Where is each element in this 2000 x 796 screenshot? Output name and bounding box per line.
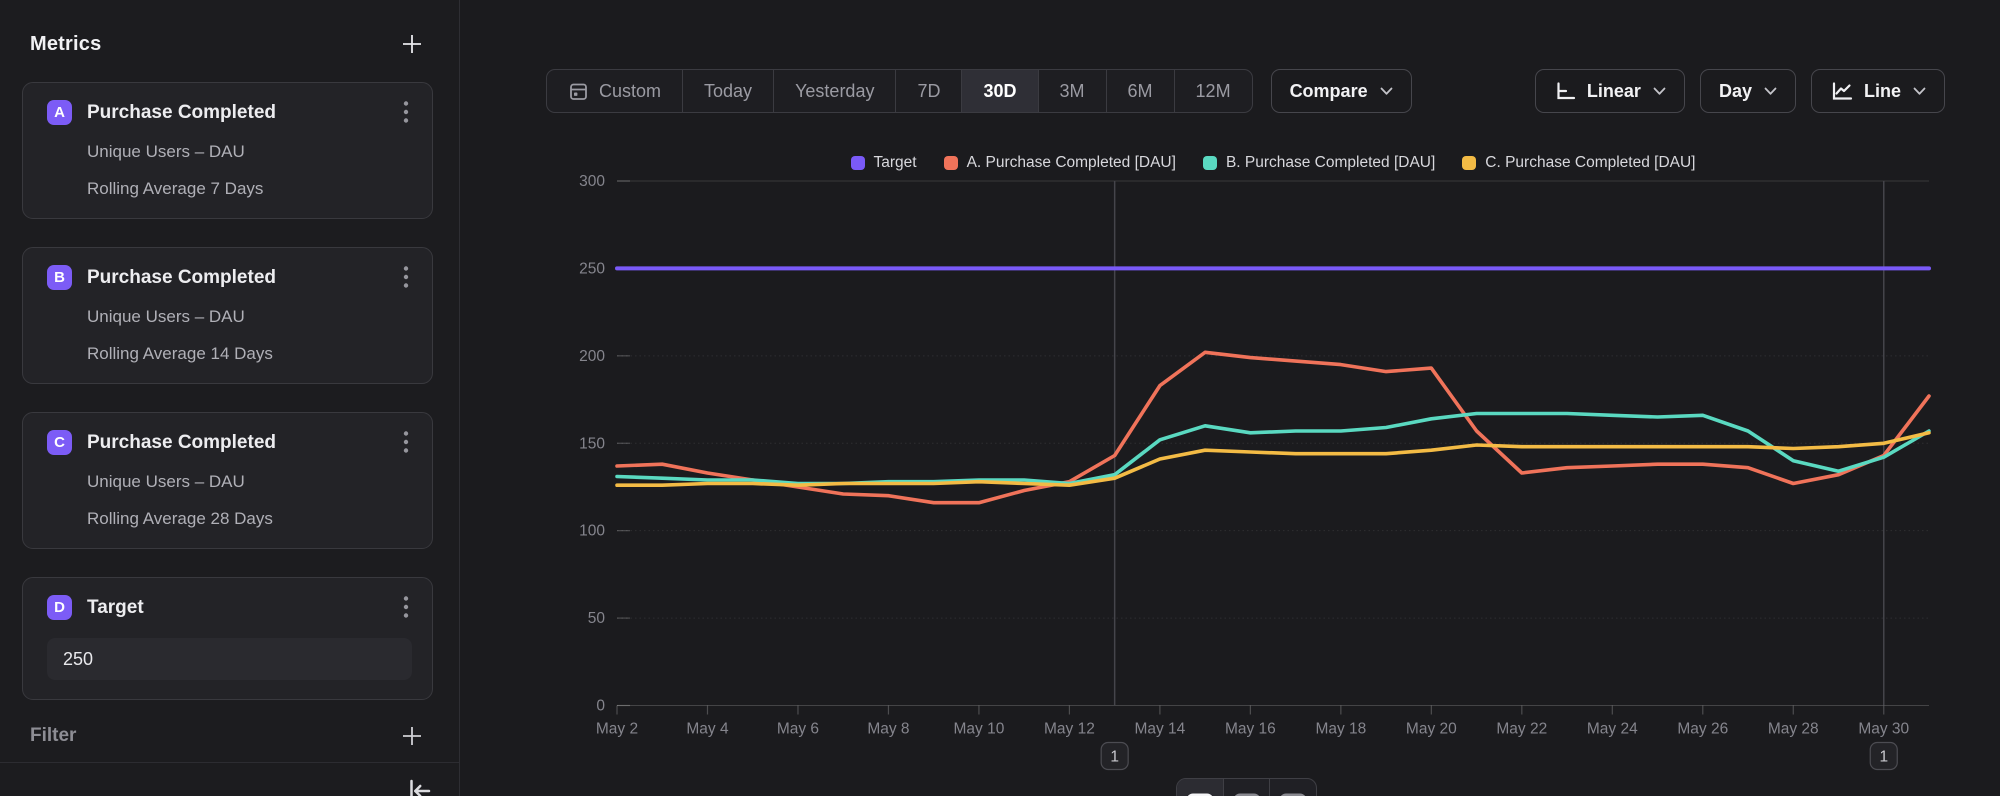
collapse-sidebar-button[interactable] [403,776,435,796]
kebab-icon [403,430,409,454]
filter-header: Filter [30,725,76,747]
plus-icon [399,723,425,749]
x-axis-label: May 14 [1134,721,1185,738]
plus-icon [399,31,425,57]
metric-title: Purchase Completed [87,267,276,289]
view-toggle-control [1176,778,1317,796]
chart-view-icon [1186,793,1214,796]
board-view-icon [1233,793,1261,796]
metric-options-button[interactable] [392,262,420,292]
x-axis-label: May 2 [596,721,638,738]
metric-title: Purchase Completed [87,432,276,454]
svg-text:1: 1 [1879,749,1888,766]
x-axis-label: May 18 [1315,721,1366,738]
x-axis-label: May 16 [1225,721,1276,738]
metric-card-b: B Purchase Completed Unique Users – DAU Rol… [22,247,433,384]
metric-transform: Rolling Average 14 Days [87,344,412,364]
metric-title: Target [87,597,144,619]
y-axis-label: 100 [579,523,605,540]
x-axis-label: May 20 [1406,721,1457,738]
line-chart[interactable]: 0 50 100 150 200 250 300 May 2 May 4 May 6 May 8 Ma… [460,0,2000,796]
x-axis-label: May 30 [1858,721,1909,738]
x-axis-label: May 10 [954,721,1005,738]
y-axis-label: 50 [588,610,606,627]
metric-card-title-row: B Purchase Completed [47,265,412,290]
target-value-input[interactable] [47,638,412,680]
metric-measurement: Unique Users – DAU [87,307,412,327]
sidebar: Metrics A Purchase Completed Unique Users … [0,0,460,796]
collapse-left-icon [404,776,434,796]
y-axis-label: 250 [579,260,605,277]
x-axis-label: May 12 [1044,721,1095,738]
metric-measurement: Unique Users – DAU [87,142,412,162]
y-axis-label: 200 [579,348,605,365]
x-axis-label: May 4 [686,721,729,738]
metric-badge-b: B [47,265,72,290]
metric-transform: Rolling Average 28 Days [87,509,412,529]
y-axis-label: 0 [596,698,605,715]
x-axis-label: May 8 [867,721,909,738]
metric-options-button[interactable] [392,427,420,457]
annotation-badge[interactable]: 1 [1870,743,1897,770]
series-line-c [617,433,1929,485]
svg-text:1: 1 [1110,749,1119,766]
add-metric-button[interactable] [395,27,429,61]
metrics-header: Metrics [30,33,101,56]
y-axis-label: 150 [579,435,605,452]
metric-transform: Rolling Average 7 Days [87,179,412,199]
x-axis-label: May 22 [1496,721,1547,738]
x-axis-label: May 24 [1587,721,1638,738]
metric-card-c: C Purchase Completed Unique Users – DAU Rol… [22,412,433,549]
metrics-header-row: Metrics [30,26,429,62]
metric-card-a: A Purchase Completed Unique Users – DAU Rol… [22,82,433,219]
board-view-button[interactable] [1223,779,1270,796]
add-filter-button[interactable] [395,719,429,753]
y-axis-label: 300 [579,173,605,190]
metric-card-title-row: D Target [47,595,412,620]
metric-measurement: Unique Users – DAU [87,472,412,492]
kebab-icon [403,265,409,289]
kebab-icon [403,100,409,124]
card-view-button[interactable] [1269,779,1316,796]
metric-options-button[interactable] [392,592,420,622]
x-axis-label: May 28 [1768,721,1819,738]
metric-card-title-row: C Purchase Completed [47,430,412,455]
chart-view-button[interactable] [1177,779,1223,796]
x-axis-label: May 6 [777,721,819,738]
x-axis-label: May 26 [1677,721,1728,738]
metric-card-d: D Target [22,577,433,700]
filter-header-row: Filter [30,718,429,754]
kebab-icon [403,595,409,619]
metric-badge-c: C [47,430,72,455]
metric-options-button[interactable] [392,97,420,127]
card-view-icon [1279,793,1307,796]
app-root: Metrics A Purchase Completed Unique Users … [0,0,2000,796]
sidebar-divider [0,762,459,763]
annotation-badge[interactable]: 1 [1101,743,1128,770]
series-line-a [617,352,1929,502]
metric-badge-a: A [47,100,72,125]
metric-title: Purchase Completed [87,102,276,124]
chart-panel: CustomTodayYesterday7D30D3M6M12M Compare… [460,0,2000,796]
metric-badge-d: D [47,595,72,620]
metric-card-title-row: A Purchase Completed [47,100,412,125]
metric-card-list: A Purchase Completed Unique Users – DAU Rol… [22,82,433,700]
